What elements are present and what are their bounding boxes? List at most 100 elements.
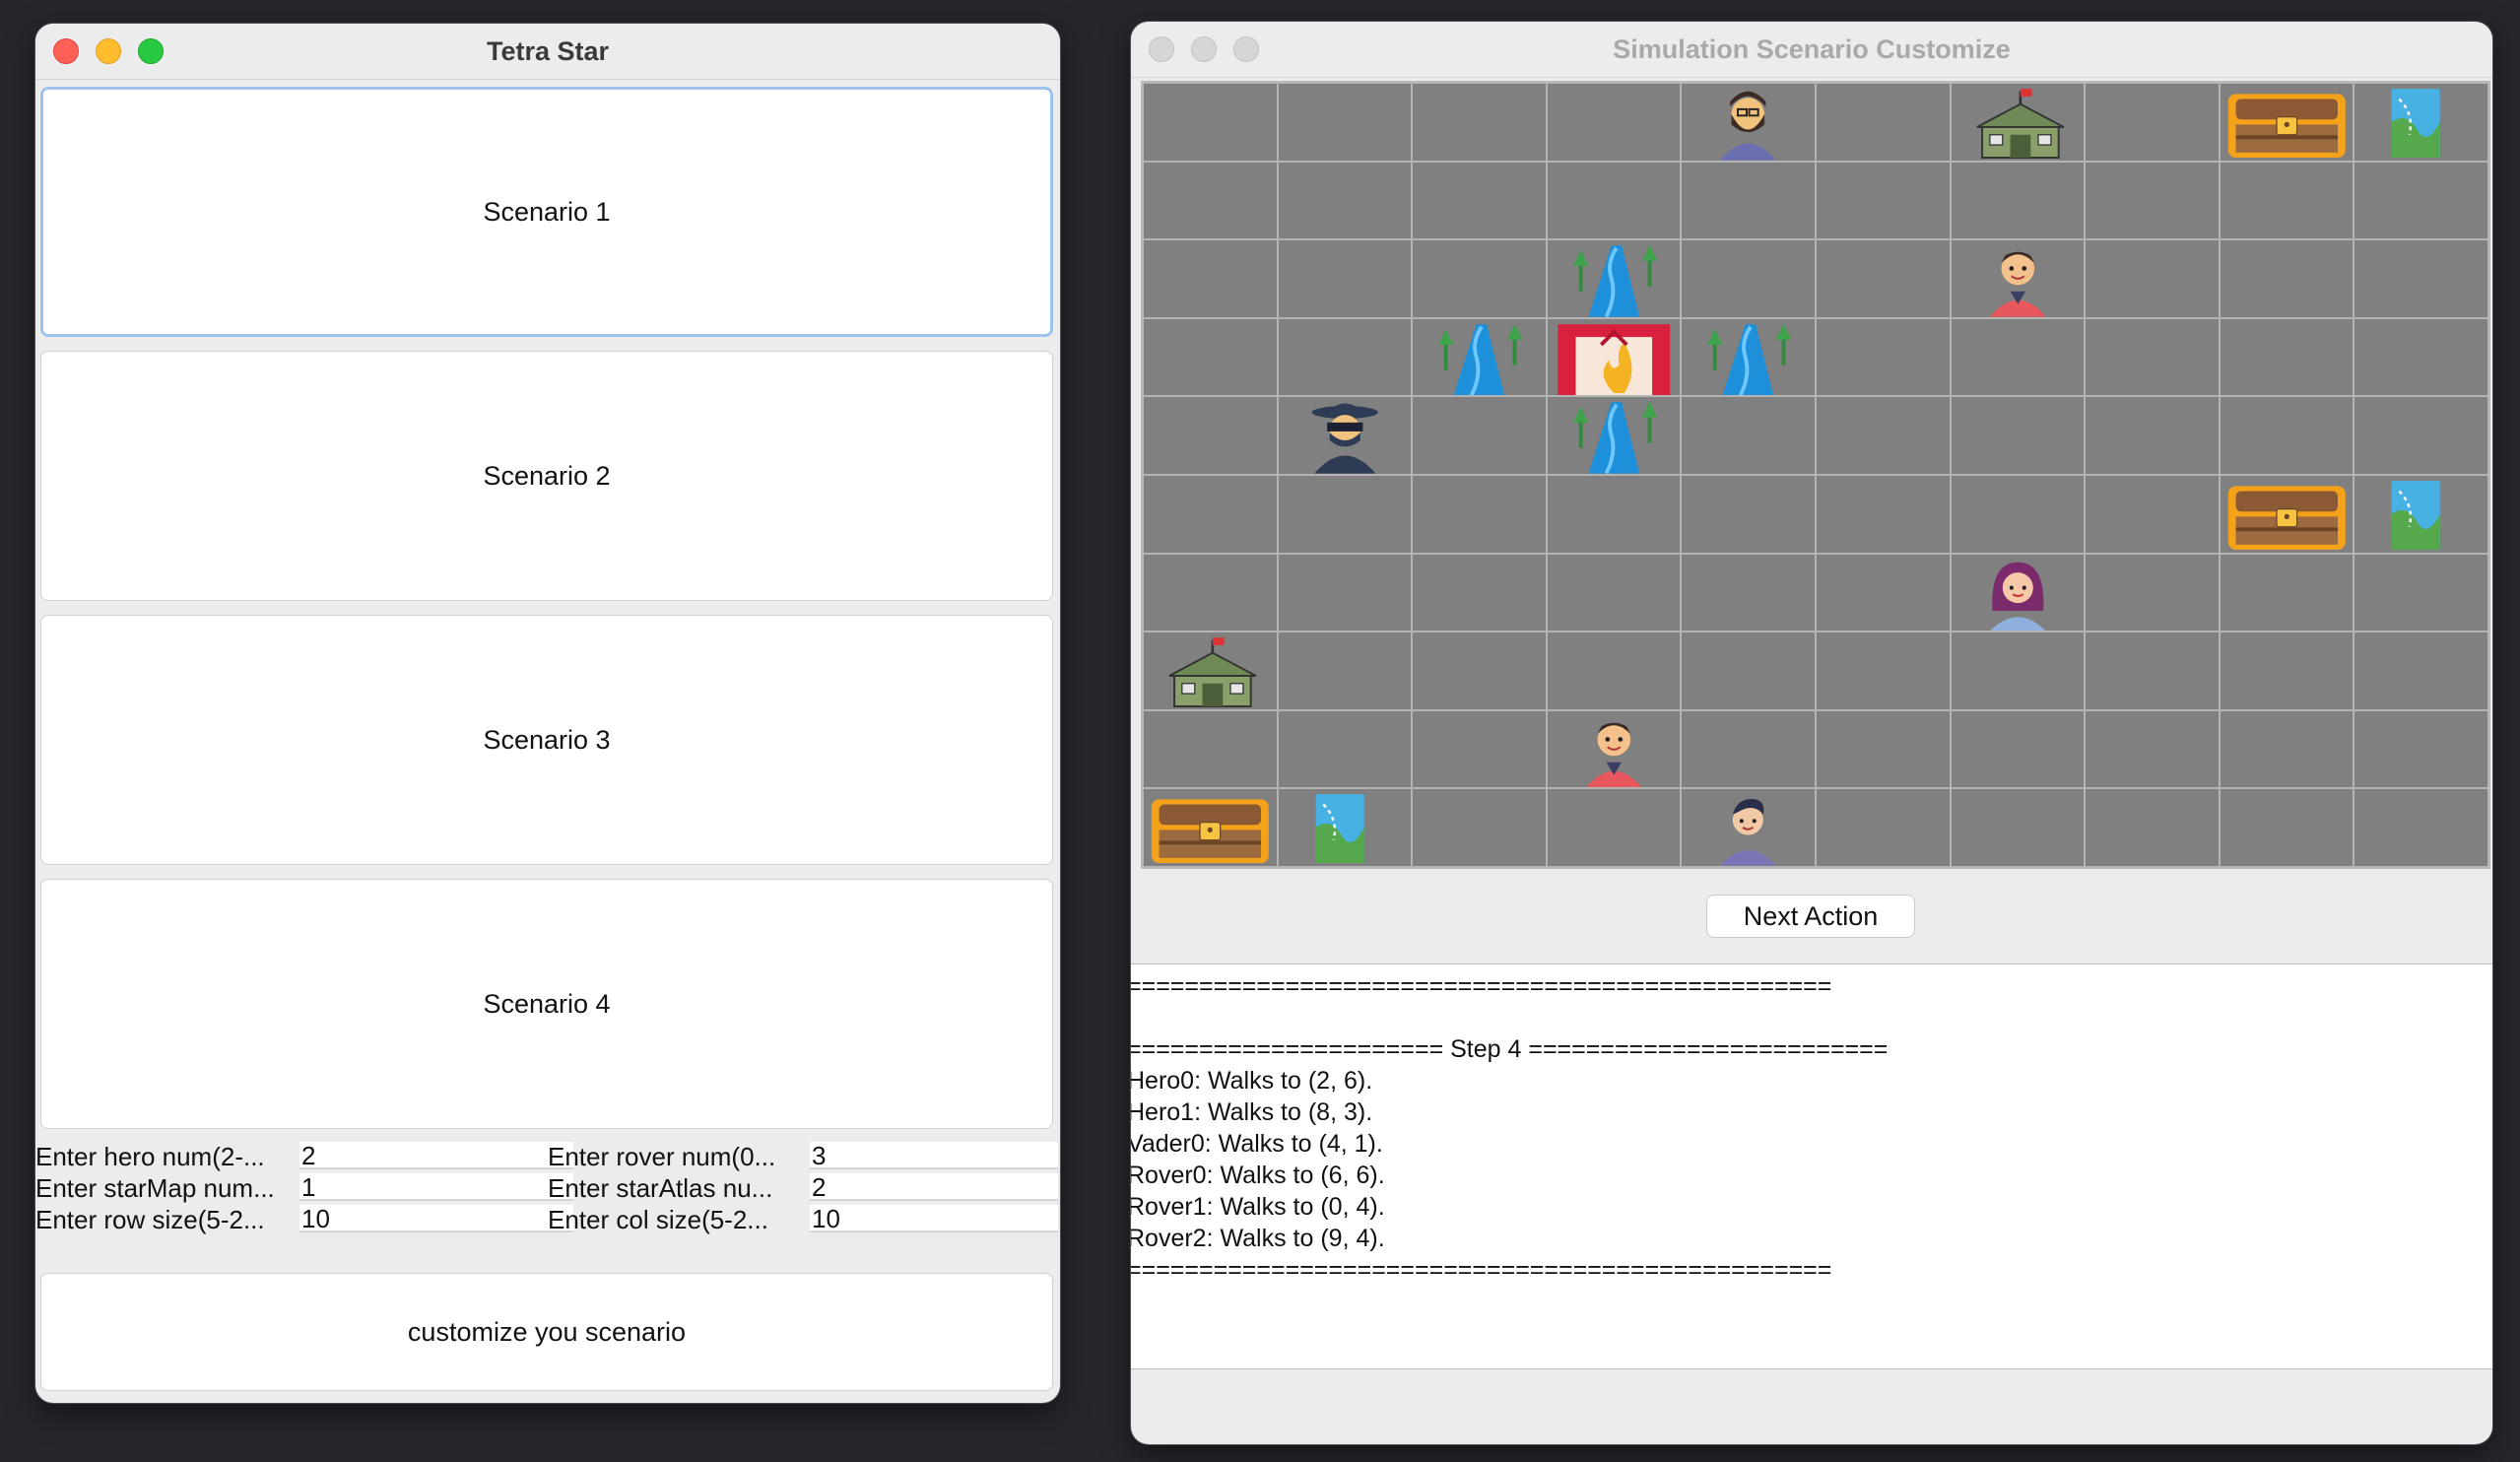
grid-cell	[1950, 788, 2086, 867]
grid-cell	[1950, 161, 2086, 240]
grid-cell	[1681, 631, 1816, 710]
minimize-window-icon[interactable]	[1191, 36, 1217, 62]
grid-cell	[1412, 474, 1547, 554]
window-title: Tetra Star	[486, 35, 610, 66]
grid-cell	[1412, 317, 1547, 397]
scenario-1-button[interactable]: Scenario 1	[40, 87, 1053, 337]
hero-num-input[interactable]: 2	[299, 1142, 573, 1169]
grid-cell	[2085, 317, 2220, 397]
grid-cell	[1143, 631, 1278, 710]
close-window-icon[interactable]	[1149, 36, 1174, 62]
grid-cell	[1277, 788, 1413, 867]
grid-cell	[2219, 239, 2354, 318]
grid-cell	[2354, 396, 2488, 475]
grid-cell	[2354, 553, 2488, 632]
grid-cell	[2354, 474, 2488, 554]
grid-cell	[1277, 553, 1413, 632]
grid-cell	[1143, 474, 1278, 554]
hero-boy-icon	[1548, 711, 1681, 788]
grid-cell	[1546, 788, 1682, 867]
grid-cell	[1546, 474, 1682, 554]
zoom-window-icon[interactable]	[138, 38, 164, 64]
grid-cell	[1277, 631, 1413, 710]
grid-cell	[2085, 788, 2220, 867]
simulation-window: Simulation Scenario Customize Next Actio…	[1131, 22, 2492, 1444]
staratlas-num-input[interactable]: 2	[810, 1173, 1058, 1201]
grid-cell	[1816, 553, 1951, 632]
close-window-icon[interactable]	[53, 38, 79, 64]
grid-cell	[1143, 161, 1278, 240]
grid-cell	[2354, 239, 2488, 318]
grid-cell	[2219, 709, 2354, 789]
scenario-3-button[interactable]: Scenario 3	[40, 615, 1053, 865]
grid-cell	[1277, 396, 1413, 475]
grid-cell	[1143, 788, 1278, 867]
grid-cell	[1681, 474, 1816, 554]
bearded-man-icon	[1682, 84, 1815, 161]
river-icon	[1413, 319, 1546, 396]
grid-cell	[1412, 709, 1547, 789]
grid-cell	[2085, 474, 2220, 554]
next-action-button[interactable]: Next Action	[1706, 895, 1915, 938]
customize-scenario-button[interactable]: customize you scenario	[40, 1273, 1053, 1391]
log-line: Rover1: Walks to (0, 4).	[1131, 1193, 1385, 1221]
rover-num-label: Enter rover num(0...	[548, 1142, 776, 1171]
grid-cell	[1412, 239, 1547, 318]
grid-cell	[1277, 709, 1413, 789]
scenario-2-button[interactable]: Scenario 2	[40, 351, 1053, 601]
grid-cell	[1950, 709, 2086, 789]
title-bar[interactable]: Simulation Scenario Customize	[1131, 22, 2492, 78]
grid-cell	[1143, 553, 1278, 632]
grid-cell	[1950, 396, 2086, 475]
grid-cell	[1681, 161, 1816, 240]
grid-cell	[2085, 396, 2220, 475]
form-row-hero-rover: Enter hero num(2-... 2 Enter rover num(0…	[35, 1141, 1060, 1172]
map-icon	[1279, 789, 1412, 866]
minimize-window-icon[interactable]	[96, 38, 121, 64]
simulation-log: ========================================…	[1131, 964, 2492, 1369]
young-man-icon	[1682, 789, 1815, 866]
grid-cell	[2354, 317, 2488, 397]
grid-cell	[1277, 83, 1413, 162]
grid-cell	[2219, 788, 2354, 867]
grid-cell	[1816, 239, 1951, 318]
grid-cell	[2219, 474, 2354, 554]
grid-cell	[1950, 83, 2086, 162]
grid-cell	[1681, 317, 1816, 397]
grid-cell	[1546, 83, 1682, 162]
grid-cell	[1816, 83, 1951, 162]
row-size-input[interactable]: 10	[299, 1205, 573, 1232]
map-icon	[2354, 476, 2487, 553]
log-line: Rover2: Walks to (9, 4).	[1131, 1225, 1385, 1252]
grid-cell	[1546, 161, 1682, 240]
hero-num-label: Enter hero num(2-...	[35, 1142, 265, 1171]
col-size-input[interactable]: 10	[810, 1205, 1058, 1232]
grid-cell	[1546, 553, 1682, 632]
title-bar[interactable]: Tetra Star	[35, 24, 1060, 80]
grid-cell	[1277, 317, 1413, 397]
simulation-grid	[1141, 81, 2490, 869]
grid-cell	[1681, 239, 1816, 318]
grid-cell	[1412, 396, 1547, 475]
grid-cell	[1546, 631, 1682, 710]
grid-cell	[1277, 161, 1413, 240]
grid-cell	[1546, 239, 1682, 318]
window-controls	[1149, 22, 1259, 77]
grid-cell	[2219, 553, 2354, 632]
grid-cell	[1816, 474, 1951, 554]
grid-cell	[1950, 474, 2086, 554]
camp-tent-icon	[1952, 84, 2085, 161]
grid-cell	[1412, 553, 1547, 632]
grid-cell	[2219, 161, 2354, 240]
hero-boy-icon	[1952, 240, 2085, 317]
starmap-num-input[interactable]: 1	[299, 1173, 573, 1201]
map-icon	[2354, 84, 2487, 161]
grid-cell	[1546, 317, 1682, 397]
rover-num-input[interactable]: 3	[810, 1142, 1058, 1169]
scenario-4-button[interactable]: Scenario 4	[40, 879, 1053, 1129]
zoom-window-icon[interactable]	[1233, 36, 1259, 62]
window-title: Simulation Scenario Customize	[1613, 33, 2011, 64]
grid-cell	[1816, 631, 1951, 710]
woman-icon	[1952, 555, 2085, 631]
